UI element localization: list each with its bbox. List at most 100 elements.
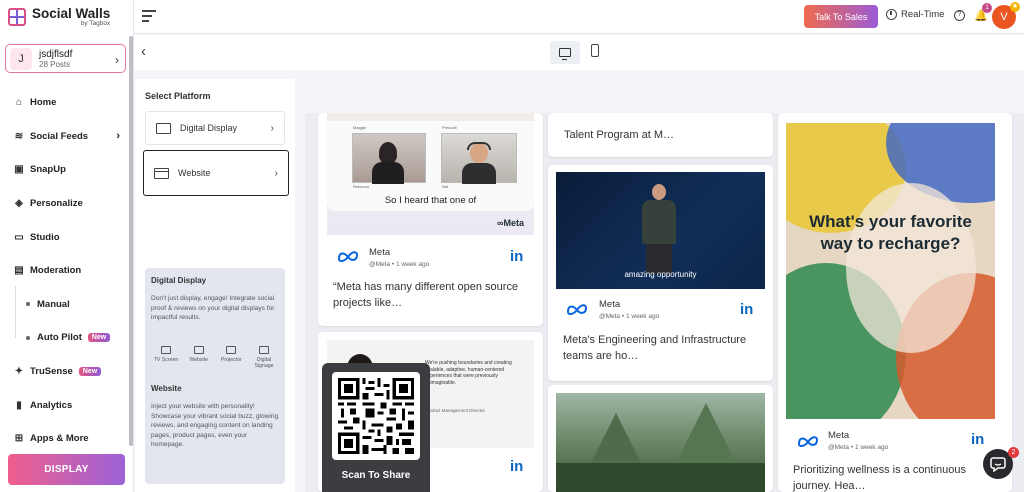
media-headline: What's your favorite way to recharge? (809, 212, 972, 253)
monitor-icon (559, 48, 571, 60)
chevron-right-icon: › (115, 53, 119, 67)
chat-unread-badge: 2 (1008, 447, 1019, 458)
sidebar-item-label: TruSense (30, 366, 73, 378)
sidebar-item-manual[interactable]: Manual (0, 288, 128, 322)
platform-option-website[interactable]: Website › (143, 150, 289, 196)
post-author: Meta (369, 247, 391, 258)
sidebar-item-home[interactable]: ⌂ Home (0, 86, 128, 120)
qr-code (332, 372, 420, 460)
sidebar-item-label: Moderation (30, 265, 82, 277)
info-text-digital-display: Don't just display, engage! Integrate so… (151, 295, 275, 322)
post-card[interactable]: What's your favorite way to recharge? Me… (778, 113, 1012, 492)
post-text: Prioritizing wellness is a continuous jo… (793, 464, 967, 492)
media-caption: So I heard that one of (384, 195, 477, 206)
tile-name: Nat (442, 184, 449, 189)
sidebar-item-label: Social Feeds (30, 130, 89, 142)
website-icon: Website (184, 346, 214, 369)
sparkle-icon: ✦ (14, 366, 24, 378)
post-media: Maggie Prescott Rebecca Nat So I heard t… (327, 113, 534, 235)
sidebar-item-auto-pilot[interactable]: Auto Pilot New (0, 321, 128, 355)
layers-icon: ≋ (14, 130, 24, 142)
sidebar-item-label: Manual (37, 298, 70, 310)
moderation-icon: ▤ (14, 265, 24, 277)
post-card[interactable]: Maggie Prescott Rebecca Nat So I heard t… (318, 113, 543, 326)
platform-option-digital-display[interactable]: Digital Display › (145, 111, 285, 145)
scan-to-share-label: Scan To Share (341, 470, 411, 481)
meta-logo-icon (566, 304, 588, 315)
meta-watermark: ∞Meta (497, 218, 524, 228)
sidebar-nav: ⌂ Home ≋ Social Feeds › ▣ SnapUp ◈ Perso… (0, 86, 128, 456)
display-button[interactable]: DISPLAY (8, 454, 125, 485)
post-time: 1 week ago (395, 261, 430, 268)
projector-icon: Projector (216, 346, 246, 369)
tile-name: Rebecca (353, 184, 369, 189)
chat-bubble-icon (990, 456, 1006, 472)
sidebar-item-label: Auto Pilot (37, 332, 82, 344)
sidebar-item-studio[interactable]: ▭ Studio (0, 220, 128, 254)
display-type-label: Projector (220, 357, 242, 363)
clock-icon (886, 9, 897, 20)
sidebar-item-moderation[interactable]: ▤ Moderation (0, 254, 128, 288)
digital-signage-icon: Digital Signage (249, 346, 279, 369)
apps-grid-icon: ⊞ (14, 433, 24, 445)
display-type-label: Digital Signage (254, 357, 274, 369)
info-text-website: Inject your website with personality! Sh… (151, 403, 279, 449)
post-handle: @Meta (369, 261, 391, 268)
sidebar: Social Walls by Tagbox J jsdjflsdf 28 Po… (0, 0, 134, 492)
menu-icon[interactable] (142, 10, 156, 25)
brand-name: Social Walls (32, 6, 111, 21)
platform-option-label: Digital Display (180, 123, 238, 133)
post-card[interactable]: Talent Program at M… (548, 113, 773, 157)
media-attribution: Product Management Director (425, 408, 486, 413)
brand-logo[interactable]: Social Walls by Tagbox (8, 7, 110, 27)
display-types: TV Screen Website Projector Digital Sign… (151, 346, 279, 369)
post-card[interactable]: amazing opportunity Meta @Meta • 1 week … (548, 165, 773, 381)
browser-window-icon (154, 167, 169, 179)
help-icon[interactable]: ? (954, 10, 965, 21)
account-switcher[interactable]: J jsdjflsdf 28 Posts › (5, 44, 126, 73)
sidebar-item-personalize[interactable]: ◈ Personalize (0, 187, 128, 221)
chevron-right-icon: › (116, 130, 120, 143)
post-card[interactable] (548, 385, 773, 492)
back-arrow-icon[interactable]: ‹ (141, 43, 146, 60)
sidebar-item-label: Analytics (30, 399, 73, 411)
video-caption: amazing opportunity (624, 270, 697, 279)
account-avatar: J (10, 47, 32, 70)
sidebar-item-analytics[interactable]: ▮ Analytics (0, 388, 128, 422)
snapup-icon: ▣ (14, 164, 24, 176)
post-text: Talent Program at M… (564, 129, 675, 141)
post-meta: @Meta • 1 week ago (828, 444, 889, 451)
sidebar-item-label: Studio (30, 231, 60, 243)
tile-name: Prescott (442, 125, 457, 130)
display-type-label: Website (189, 357, 208, 363)
sidebar-item-label: Home (30, 97, 57, 109)
platform-panel-title: Select Platform (145, 91, 211, 101)
video-call-tile (441, 133, 517, 184)
sidebar-scrollbar[interactable] (129, 36, 133, 446)
sidebar-item-apps-more[interactable]: ⊞ Apps & More (0, 422, 128, 456)
meta-logo-icon (797, 436, 819, 447)
tv-screen-icon: TV Screen (151, 346, 181, 369)
media-quote: We're pushing boundaries and creating sc… (425, 360, 512, 386)
desktop-view-button[interactable] (550, 41, 580, 64)
post-handle: @Meta (828, 444, 850, 451)
platform-info-box: Digital Display Don't just display, enga… (145, 268, 285, 484)
sidebar-item-social-feeds[interactable]: ≋ Social Feeds › (0, 120, 128, 154)
meta-logo-icon (337, 251, 359, 262)
scan-to-share-panel[interactable]: Scan To Share (322, 363, 430, 492)
new-badge: New (78, 367, 102, 377)
sidebar-item-trusense[interactable]: ✦ TruSense New (0, 355, 128, 389)
sidebar-item-label: Personalize (30, 198, 83, 210)
sidebar-item-snapup[interactable]: ▣ SnapUp (0, 153, 128, 187)
post-text: “Meta has many different open source pro… (333, 281, 519, 309)
social-walls-logo-icon (8, 8, 26, 26)
tile-name: Maggie (353, 125, 367, 130)
sidebar-item-label: Apps & More (30, 433, 89, 445)
talk-to-sales-button[interactable]: Talk To Sales (804, 5, 878, 28)
display-type-label: TV Screen (153, 357, 179, 363)
realtime-button[interactable]: Real-Time (886, 9, 944, 20)
post-time: 1 week ago (854, 444, 889, 451)
bullet-icon (26, 335, 30, 340)
mobile-view-icon[interactable] (591, 44, 599, 57)
realtime-label: Real-Time (901, 9, 945, 20)
